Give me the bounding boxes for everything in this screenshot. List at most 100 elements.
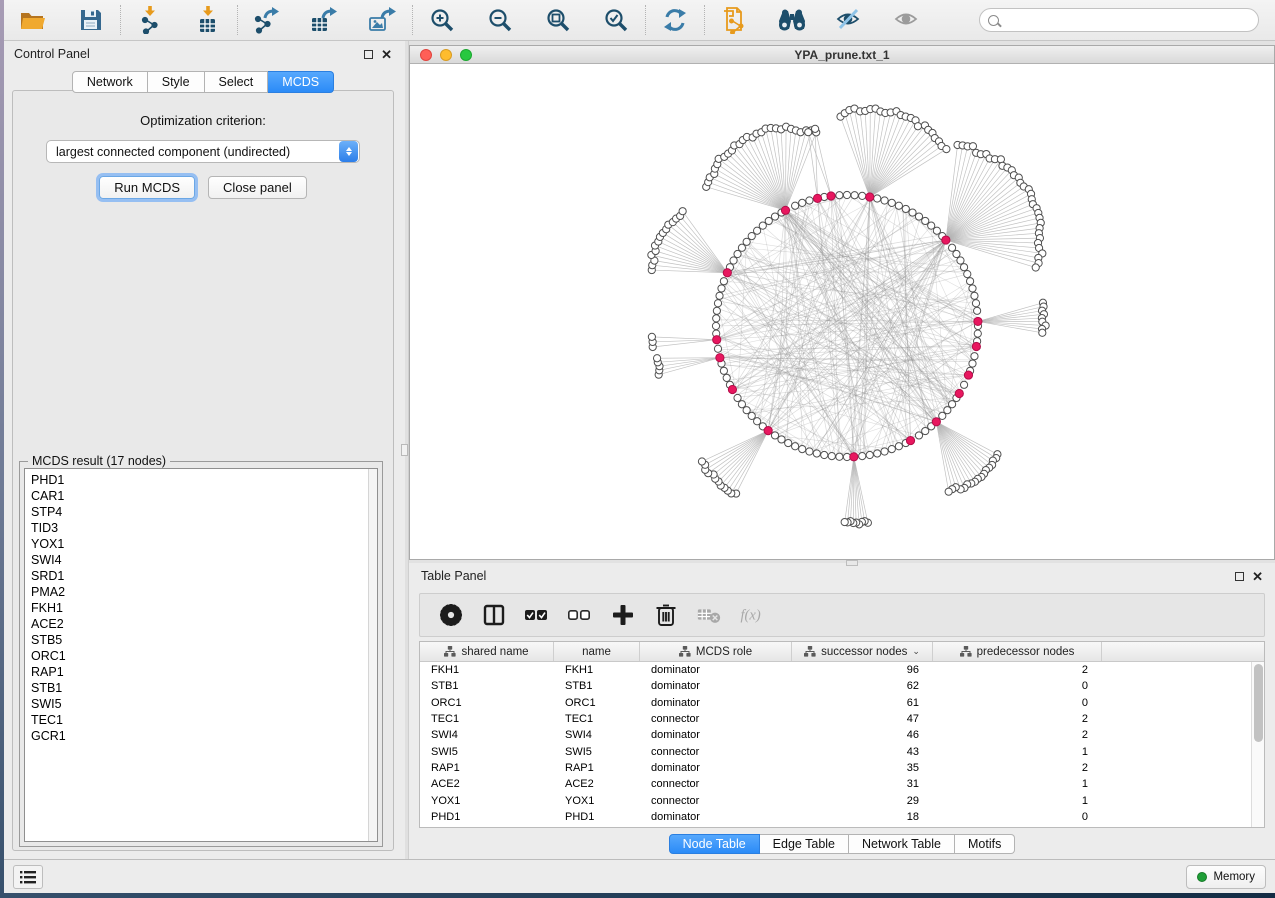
graph-node[interactable] — [953, 250, 960, 257]
graph-node[interactable] — [971, 353, 978, 360]
result-scrollbar[interactable] — [368, 469, 377, 841]
graph-node[interactable] — [966, 278, 973, 285]
close-panel-icon[interactable]: ✕ — [381, 50, 392, 59]
graph-node[interactable] — [888, 199, 895, 206]
column-header-shared-name[interactable]: shared name — [420, 642, 554, 661]
graph-node[interactable] — [730, 257, 737, 264]
graph-node[interactable] — [713, 307, 720, 314]
select-all-icon[interactable] — [524, 602, 550, 628]
graph-node[interactable] — [813, 450, 820, 457]
gear-icon[interactable] — [438, 602, 464, 628]
zoom-fit-icon[interactable] — [543, 5, 573, 35]
export-network-icon[interactable] — [252, 5, 282, 35]
share-document-icon[interactable] — [719, 5, 749, 35]
graph-node[interactable] — [971, 292, 978, 299]
graph-node[interactable] — [969, 285, 976, 292]
tab-motifs[interactable]: Motifs — [955, 834, 1015, 854]
graph-dominator-node[interactable] — [764, 427, 772, 435]
table-row[interactable]: SWI4SWI4dominator462 — [420, 727, 1251, 743]
import-table-icon[interactable] — [193, 5, 223, 35]
search-box[interactable] — [979, 8, 1259, 32]
graph-node[interactable] — [759, 222, 766, 229]
graph-node[interactable] — [960, 264, 967, 271]
tab-edge-table[interactable]: Edge Table — [760, 834, 849, 854]
optimization-dropdown[interactable]: largest connected component (undirected) — [46, 140, 360, 163]
graph-node[interactable] — [720, 367, 727, 374]
graph-node[interactable] — [843, 191, 850, 198]
graph-dominator-node[interactable] — [728, 385, 736, 393]
search-input[interactable] — [1004, 13, 1250, 27]
tab-node-table[interactable]: Node Table — [669, 834, 760, 854]
graph-node[interactable] — [714, 345, 721, 352]
table-row[interactable]: PHD1PHD1dominator180 — [420, 809, 1251, 825]
table-scrollbar[interactable] — [1251, 662, 1264, 827]
graph-node[interactable] — [720, 278, 727, 285]
export-image-icon[interactable] — [368, 5, 398, 35]
memory-button[interactable]: Memory — [1186, 865, 1266, 889]
mcds-result-item[interactable]: SWI5 — [31, 696, 377, 712]
graph-dominator-node[interactable] — [972, 342, 980, 350]
tab-network-table[interactable]: Network Table — [849, 834, 955, 854]
add-column-icon[interactable] — [610, 602, 636, 628]
open-file-icon[interactable] — [18, 5, 48, 35]
graph-leaf-node[interactable] — [812, 125, 819, 132]
splitter-grip[interactable] — [401, 444, 408, 456]
graph-node[interactable] — [792, 443, 799, 450]
panel-columns-icon[interactable] — [481, 602, 507, 628]
graph-node[interactable] — [939, 412, 946, 419]
float-panel-icon[interactable] — [364, 50, 373, 59]
graph-node[interactable] — [888, 445, 895, 452]
graph-node[interactable] — [922, 427, 929, 434]
graph-node[interactable] — [948, 244, 955, 251]
mcds-result-item[interactable]: STB5 — [31, 632, 377, 648]
graph-leaf-node[interactable] — [997, 156, 1004, 163]
graph-node[interactable] — [915, 432, 922, 439]
graph-node[interactable] — [957, 257, 964, 264]
zoom-out-icon[interactable] — [485, 5, 515, 35]
graph-node[interactable] — [915, 213, 922, 220]
table-row[interactable]: RAP1RAP1dominator352 — [420, 760, 1251, 776]
column-header-successor-nodes[interactable]: successor nodes⌄ — [792, 642, 933, 661]
graph-node[interactable] — [828, 453, 835, 460]
graph-node[interactable] — [806, 448, 813, 455]
graph-dominator-node[interactable] — [716, 354, 724, 362]
graph-leaf-node[interactable] — [1032, 264, 1039, 271]
graph-node[interactable] — [866, 451, 873, 458]
graph-leaf-node[interactable] — [969, 143, 976, 150]
table-row[interactable]: TEC1TEC1connector472 — [420, 711, 1251, 727]
zoom-in-icon[interactable] — [427, 5, 457, 35]
graph-node[interactable] — [821, 451, 828, 458]
close-table-panel-icon[interactable]: ✕ — [1252, 572, 1263, 581]
column-header-name[interactable]: name — [554, 642, 640, 661]
graph-node[interactable] — [799, 445, 806, 452]
table-row[interactable]: STB1STB1dominator620 — [420, 678, 1251, 694]
table-row[interactable]: FKH1FKH1dominator962 — [420, 662, 1251, 678]
graph-node[interactable] — [974, 330, 981, 337]
mcds-result-list[interactable]: PHD1CAR1STP4TID3YOX1SWI4SRD1PMA2FKH1ACE2… — [24, 468, 378, 842]
graph-node[interactable] — [743, 407, 750, 414]
graph-dominator-node[interactable] — [906, 436, 914, 444]
mcds-result-item[interactable]: RAP1 — [31, 664, 377, 680]
refresh-icon[interactable] — [660, 5, 690, 35]
tab-network[interactable]: Network — [72, 71, 148, 93]
mcds-result-item[interactable]: FKH1 — [31, 600, 377, 616]
mcds-result-item[interactable]: ORC1 — [31, 648, 377, 664]
mcds-result-item[interactable]: TID3 — [31, 520, 377, 536]
table-row[interactable]: ACE2ACE2connector311 — [420, 776, 1251, 792]
graph-leaf-node[interactable] — [679, 208, 686, 215]
mcds-result-item[interactable]: CAR1 — [31, 488, 377, 504]
graph-dominator-node[interactable] — [942, 236, 950, 244]
graph-node[interactable] — [859, 453, 866, 460]
graph-node[interactable] — [881, 448, 888, 455]
mcds-result-item[interactable]: ACE2 — [31, 616, 377, 632]
graph-node[interactable] — [714, 300, 721, 307]
graph-dominator-node[interactable] — [813, 194, 821, 202]
graph-node[interactable] — [969, 360, 976, 367]
graph-dominator-node[interactable] — [781, 206, 789, 214]
graph-node[interactable] — [859, 192, 866, 199]
graph-node[interactable] — [895, 443, 902, 450]
column-header-predecessor-nodes[interactable]: predecessor nodes — [933, 642, 1102, 661]
float-table-panel-icon[interactable] — [1235, 572, 1244, 581]
graph-leaf-node[interactable] — [943, 146, 950, 153]
graph-node[interactable] — [836, 453, 843, 460]
